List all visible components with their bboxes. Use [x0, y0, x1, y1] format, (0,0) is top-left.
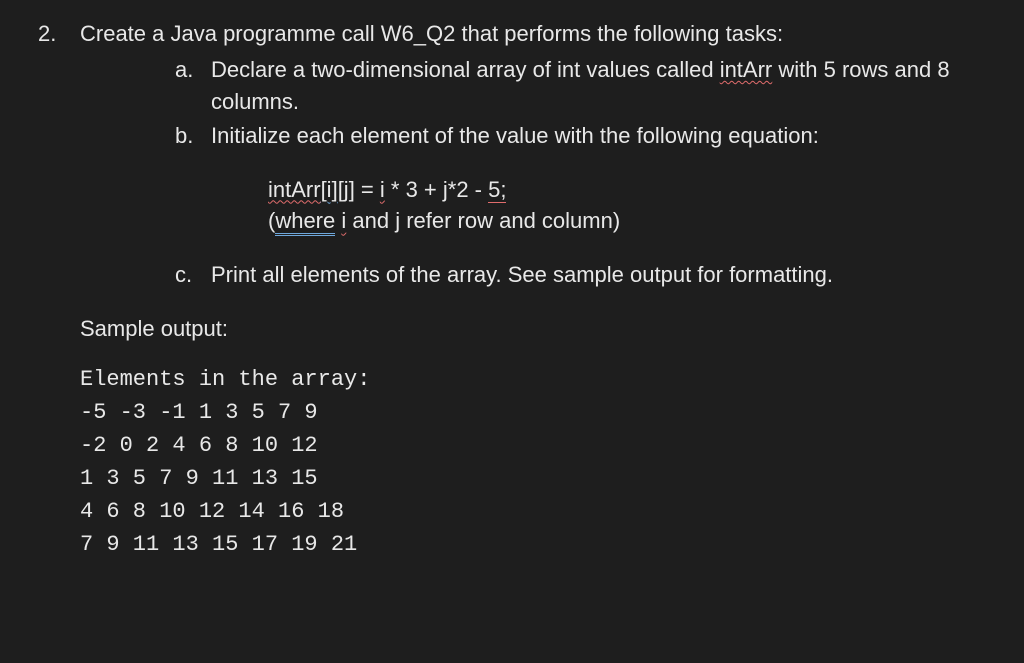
- sub-letter-b: b.: [175, 120, 211, 152]
- question-content: Create a Java programme call W6_Q2 that …: [80, 18, 994, 561]
- eq-rhs-end: 5;: [488, 177, 506, 203]
- eq-intarr: intArr: [268, 177, 321, 202]
- eq-where-rest: and j refer row and column): [346, 208, 620, 233]
- sub-letter-a: a.: [175, 54, 211, 86]
- eq-lhs-j: [j]: [338, 177, 355, 202]
- sample-output-label: Sample output:: [80, 313, 994, 345]
- eq-where-word: where: [275, 208, 335, 236]
- question-number: 2.: [30, 18, 80, 50]
- intro-prefix: Create a Java programme call: [80, 21, 381, 46]
- part-a-prefix: Declare a two-dimensional array of int v…: [211, 57, 720, 82]
- sample-output-block: Elements in the array: -5 -3 -1 1 3 5 7 …: [80, 363, 994, 561]
- sub-item-a: a. Declare a two-dimensional array of in…: [175, 54, 994, 118]
- eq-equals: =: [355, 177, 380, 202]
- intro-suffix: that performs the following tasks:: [455, 21, 783, 46]
- part-a-varname: intArr: [720, 57, 773, 82]
- equation-block: intArr[i][j] = i * 3 + j*2 - 5; (where i…: [268, 174, 994, 238]
- question-item: 2. Create a Java programme call W6_Q2 th…: [30, 18, 994, 561]
- equation-line-2: (where i and j refer row and column): [268, 205, 994, 237]
- sub-item-c: c. Print all elements of the array. See …: [175, 259, 994, 291]
- sub-list-c: c. Print all elements of the array. See …: [175, 259, 994, 291]
- sub-content-b: Initialize each element of the value wit…: [211, 120, 994, 152]
- equation-line-1: intArr[i][j] = i * 3 + j*2 - 5;: [268, 174, 994, 206]
- question-intro: Create a Java programme call W6_Q2 that …: [80, 18, 994, 50]
- sub-content-a: Declare a two-dimensional array of int v…: [211, 54, 994, 118]
- sub-item-b: b. Initialize each element of the value …: [175, 120, 994, 152]
- eq-lhs-i: [i]: [321, 177, 338, 202]
- class-name: W6_Q2: [381, 21, 456, 46]
- sub-content-c: Print all elements of the array. See sam…: [211, 259, 994, 291]
- eq-rhs-mid: * 3 + j*2 -: [385, 177, 488, 202]
- sub-letter-c: c.: [175, 259, 211, 291]
- sub-list: a. Declare a two-dimensional array of in…: [175, 54, 994, 152]
